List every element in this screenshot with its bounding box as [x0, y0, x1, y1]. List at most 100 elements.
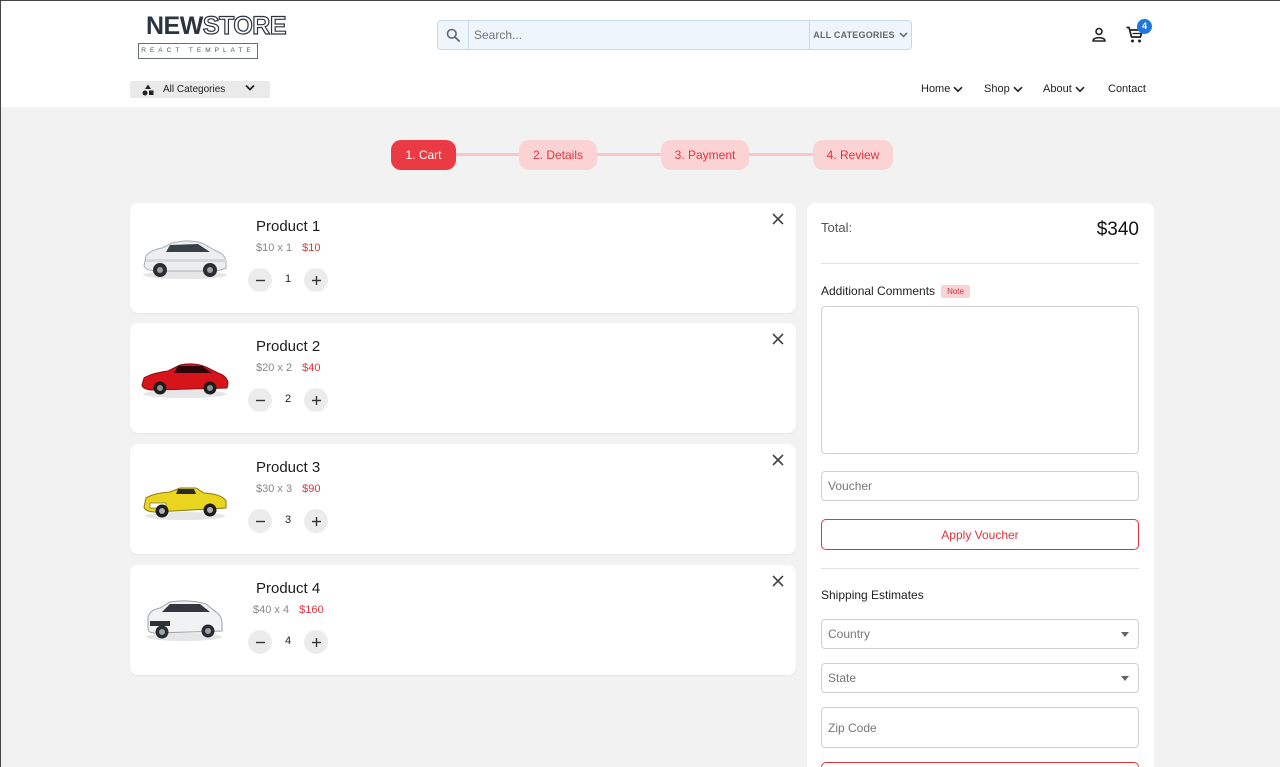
- nav-about[interactable]: About: [1043, 83, 1085, 95]
- search-icon[interactable]: [438, 21, 469, 49]
- dropdown-caret-icon: [1121, 632, 1129, 637]
- chevron-down-icon: [1075, 86, 1085, 92]
- remove-item-close-icon[interactable]: [771, 332, 785, 346]
- state-select[interactable]: State: [821, 663, 1139, 693]
- product-name[interactable]: Product 3: [256, 459, 320, 476]
- search-category-label: ALL CATEGORIES: [813, 30, 895, 40]
- step-review[interactable]: 4. Review: [813, 140, 893, 170]
- product-image-white-compact-suv: [146, 600, 223, 641]
- zip-code-input[interactable]: Zip Code: [821, 707, 1139, 748]
- state-placeholder: State: [828, 671, 857, 685]
- chevron-down-icon: [899, 32, 908, 38]
- product-price: $40 x 4 $160: [253, 604, 324, 616]
- increase-quantity-button[interactable]: [304, 630, 328, 654]
- increase-quantity-button[interactable]: [304, 509, 328, 533]
- search-input[interactable]: [469, 21, 809, 49]
- product-name[interactable]: Product 4: [256, 580, 320, 597]
- nav-contact-label: Contact: [1108, 83, 1146, 95]
- remove-item-close-icon[interactable]: [771, 212, 785, 226]
- subtotal-price: $10: [302, 242, 321, 254]
- subtotal-price: $40: [302, 362, 321, 374]
- note-badge: Note: [941, 284, 970, 298]
- subtotal-price: $90: [302, 483, 321, 495]
- step-details[interactable]: 2. Details: [519, 140, 597, 170]
- country-select[interactable]: Country: [821, 619, 1139, 649]
- minus-icon: [255, 641, 265, 643]
- decrease-quantity-button[interactable]: [248, 630, 272, 654]
- nav-home-label: Home: [921, 83, 951, 95]
- decrease-quantity-button[interactable]: [248, 388, 272, 412]
- voucher-input[interactable]: Voucher: [821, 471, 1139, 501]
- product-image-yellow-convertible: [143, 487, 227, 520]
- decrease-quantity-button[interactable]: [248, 509, 272, 533]
- plus-icon: [311, 275, 321, 285]
- categories-icon: [142, 84, 154, 96]
- logo-word-store: STORE: [202, 11, 287, 40]
- search-bar: ALL CATEGORIES: [437, 20, 912, 50]
- unit-price: $20 x 2: [256, 362, 293, 374]
- minus-icon: [255, 520, 265, 522]
- increase-quantity-button[interactable]: [304, 268, 328, 292]
- divider: [821, 568, 1139, 569]
- nav-shop-label: Shop: [984, 83, 1010, 95]
- quantity-value: 1: [284, 273, 292, 285]
- unit-price: $40 x 4: [253, 604, 290, 616]
- additional-comments-label: Additional Comments: [821, 284, 936, 298]
- product-image-red-coupe: [141, 363, 229, 398]
- minus-icon: [255, 399, 265, 401]
- chevron-down-icon: [953, 86, 963, 92]
- decrease-quantity-button[interactable]: [248, 268, 272, 292]
- shipping-estimates-heading: Shipping Estimates: [821, 588, 924, 602]
- quantity-value: 4: [284, 635, 292, 647]
- product-name[interactable]: Product 1: [256, 218, 320, 235]
- cart-item: Product 3 $30 x 3 $90 3: [130, 444, 796, 554]
- plus-icon: [311, 637, 321, 647]
- cart-item: Product 4 $40 x 4 $160 4: [130, 565, 796, 675]
- quantity-value: 2: [284, 393, 292, 405]
- total-label: Total:: [821, 220, 853, 235]
- unit-price: $30 x 3: [256, 483, 293, 495]
- step-payment[interactable]: 3. Payment: [661, 140, 749, 170]
- unit-price: $10 x 1: [256, 242, 293, 254]
- cart-count-badge: 4: [1137, 19, 1152, 34]
- product-price: $30 x 3 $90: [256, 483, 320, 495]
- plus-icon: [311, 516, 321, 526]
- all-categories-button[interactable]: All Categories: [130, 81, 270, 98]
- search-category-select[interactable]: ALL CATEGORIES: [809, 21, 911, 49]
- page: NEWSTORE REACT TEMPLATE ALL CATEGORIES 4: [0, 0, 1280, 767]
- country-placeholder: Country: [828, 627, 871, 641]
- user-icon[interactable]: [1090, 26, 1108, 44]
- remove-item-close-icon[interactable]: [771, 453, 785, 467]
- quantity-value: 3: [284, 514, 292, 526]
- nav-shop[interactable]: Shop: [984, 83, 1023, 95]
- total-value: $340: [1096, 219, 1139, 240]
- product-name[interactable]: Product 2: [256, 338, 320, 355]
- plus-icon: [311, 395, 321, 405]
- nav-contact[interactable]: Contact: [1108, 83, 1146, 95]
- chevron-down-icon: [1013, 86, 1023, 92]
- steps-connector: [421, 153, 861, 156]
- store-logo[interactable]: NEWSTORE REACT TEMPLATE: [138, 11, 287, 61]
- increase-quantity-button[interactable]: [304, 388, 328, 412]
- estimate-button-partial[interactable]: [821, 762, 1139, 767]
- logo-wordmark: NEWSTORE: [146, 11, 287, 41]
- product-price: $10 x 1 $10: [256, 242, 320, 254]
- logo-tagline: REACT TEMPLATE: [138, 43, 258, 59]
- nav-home[interactable]: Home: [921, 83, 963, 95]
- apply-voucher-button[interactable]: Apply Voucher: [821, 519, 1139, 550]
- order-summary-panel: Total: $340 Additional Comments Note Vou…: [807, 203, 1154, 767]
- product-image-white-suv: [143, 240, 227, 279]
- header: NEWSTORE REACT TEMPLATE ALL CATEGORIES 4: [1, 1, 1280, 107]
- zip-code-placeholder: Zip Code: [828, 720, 877, 735]
- additional-comments-textarea[interactable]: [821, 306, 1139, 454]
- remove-item-close-icon[interactable]: [771, 574, 785, 588]
- divider: [821, 263, 1139, 264]
- all-categories-label: All Categories: [163, 84, 226, 95]
- subtotal-price: $160: [299, 604, 324, 616]
- additional-comments-heading: Additional Comments Note: [821, 284, 970, 298]
- product-price: $20 x 2 $40: [256, 362, 320, 374]
- voucher-placeholder: Voucher: [828, 479, 873, 493]
- cart-item: Product 2 $20 x 2 $40 2: [130, 323, 796, 433]
- dropdown-caret-icon: [1121, 676, 1129, 681]
- step-cart[interactable]: 1. Cart: [391, 140, 456, 170]
